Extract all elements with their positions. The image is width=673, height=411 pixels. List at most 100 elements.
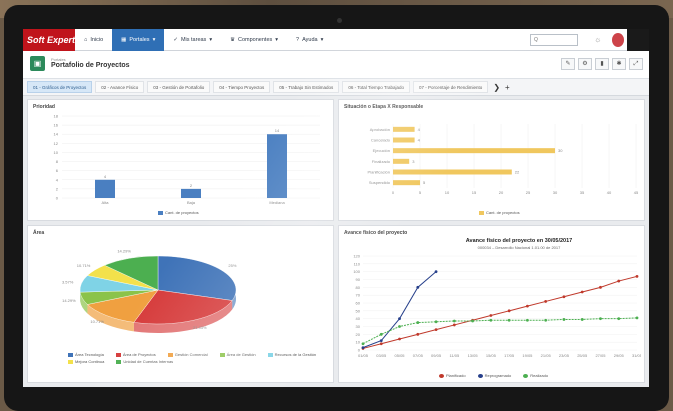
y-tick-label: 10 [356, 340, 361, 345]
legend-label: Unidad de Cuentas Internas [123, 359, 174, 364]
data-point [398, 337, 401, 341]
avance-line-chart: 0 10 20 30 40 50 60 70 80 90 100 110 120 01/05 03/05 05… [353, 254, 641, 359]
series-line [362, 317, 638, 345]
legend-item[interactable]: Planificado [439, 373, 466, 378]
nav-ayuda[interactable]: ? Ayuda ▾ [287, 29, 332, 51]
y-tick-label: Cancelado [371, 138, 391, 143]
gear-icon[interactable]: ✱ [612, 58, 626, 70]
x-tick-label: 03/05 [376, 353, 387, 358]
x-tick-label: 25/05 [577, 353, 588, 358]
prioridad-chart: 0 2 4 6 8 10 12 14 16 18 4 Alta 2 Baja 14 Mediana [54, 114, 320, 205]
nav-componentes[interactable]: ♛ Componentes ▾ [221, 29, 287, 51]
chevron-down-icon: ▾ [320, 36, 324, 43]
x-tick-label: 30 [553, 190, 558, 195]
legend-label: Gestión Comercial [174, 352, 208, 357]
panel-area: Área 25% 21.43% 10.71% 14.29% 3.57% 10.71% 14.… [27, 225, 334, 383]
data-point [489, 318, 493, 322]
bar [393, 169, 512, 175]
panel-title: Área [33, 230, 45, 236]
nav-inicio[interactable]: ⌂ Inicio [75, 29, 112, 51]
notification-icon[interactable] [612, 33, 624, 47]
x-tick-label: 45 [634, 190, 639, 195]
x-tick-label: 0 [392, 190, 395, 195]
data-point [617, 317, 621, 321]
x-tick-label: 27/05 [595, 353, 606, 358]
legend-item[interactable]: Realizado [523, 373, 548, 378]
legend-item[interactable]: Área de Proyectos [115, 352, 156, 357]
data-point [635, 274, 639, 278]
tab-trabajo[interactable]: 05 - Trabajo Sin Estimados [273, 81, 340, 93]
x-tick-label: 31/05 [632, 353, 641, 358]
tab-total[interactable]: 06 - Total Tiempo Trabajado [342, 81, 411, 93]
data-point [416, 285, 420, 289]
y-tick-label: 20 [356, 332, 361, 337]
panel-prioridad: Prioridad 0 2 4 6 8 10 12 14 16 18 4 Alta 2 Baja 14 Med… [27, 99, 334, 221]
data-point [398, 325, 401, 328]
x-tick-label: 23/05 [559, 353, 570, 358]
chevron-down-icon: ▾ [152, 36, 156, 43]
x-tick-label: Alta [102, 200, 110, 205]
situacion-chart: 0 5 10 15 20 25 30 35 40 45Aprobación 4Cancelado 4E… [368, 124, 639, 195]
tab-rendimiento[interactable]: 07 - Porcentaje de Rendimiento [413, 81, 489, 93]
data-label: 30 [558, 148, 563, 153]
app-logo[interactable]: Soft Expert [23, 29, 75, 51]
bell-icon[interactable]: ☼ [594, 35, 601, 44]
tab-gestion[interactable]: 03 - Gestión de Portafolio [147, 81, 211, 93]
x-tick-label: 5 [419, 190, 422, 195]
x-tick-label: 15/05 [486, 353, 497, 358]
tab-tiempo[interactable]: 04 - Tiempo Proyectos [213, 81, 271, 93]
legend-label: Área Tecnología [75, 352, 104, 357]
legend-item[interactable]: Recursos de la Gestión [267, 352, 316, 357]
bookmark-icon[interactable]: ▮ [595, 58, 609, 70]
legend-prioridad: Cant. de proyectos [158, 210, 199, 215]
edit-icon[interactable]: ✎ [561, 58, 575, 70]
legend-situacion: Cant. de proyectos [479, 210, 520, 215]
data-point [544, 300, 548, 303]
y-tick-label: 0 [358, 348, 361, 353]
home-icon: ⌂ [84, 36, 88, 43]
settings-icon[interactable]: ⚙ [578, 58, 592, 70]
data-point [434, 320, 438, 324]
portfolio-icon: ▣ [30, 56, 45, 71]
trophy-icon: ♛ [230, 36, 236, 43]
tab-avance[interactable]: 02 - Avance Físico [95, 81, 145, 93]
legend-swatch [439, 373, 444, 378]
data-point [562, 318, 566, 321]
nav-mis-tareas[interactable]: ✓ Mis tareas ▾ [164, 29, 221, 51]
legend-item[interactable]: Área de Gestión [219, 352, 256, 357]
data-point [398, 317, 401, 321]
x-tick-label: 25 [526, 190, 531, 195]
data-point [507, 309, 511, 313]
legend-swatch [219, 352, 225, 357]
y-tick-label: 30 [356, 324, 361, 329]
data-label: 3 [412, 159, 415, 164]
nav-label: Componentes [238, 36, 273, 43]
legend-item[interactable]: Área Tecnología [68, 352, 104, 357]
add-tab-icon[interactable]: + [505, 83, 510, 92]
y-tick-label: 4 [56, 177, 59, 182]
legend-item[interactable]: Gestión Comercial [167, 352, 208, 357]
avatar[interactable] [627, 29, 649, 51]
check-icon: ✓ [173, 36, 178, 43]
y-tick-label: 0 [56, 196, 59, 201]
y-tick-label: 10 [54, 150, 59, 155]
search-input[interactable]: Q [530, 34, 578, 46]
y-tick-label: 60 [356, 301, 361, 306]
x-tick-label: 35 [580, 190, 585, 195]
legend-item[interactable]: Reprogramado [477, 373, 511, 378]
y-tick-label: Ejecución [373, 148, 390, 153]
tab-graficos[interactable]: 01 - Gráficos de Proyectos [27, 81, 93, 93]
expand-icon[interactable]: ⤢ [629, 58, 643, 70]
chevron-right-icon[interactable]: ❯ [493, 83, 500, 92]
y-tick-label: 6 [56, 168, 59, 173]
legend-swatch [479, 210, 484, 215]
camera-icon [337, 18, 342, 23]
x-tick-label: 11/05 [449, 353, 459, 358]
nav-portales[interactable]: ▦ Portales ▾ [112, 29, 165, 51]
legend-label: Área de Gestión [226, 352, 256, 357]
data-point [599, 317, 602, 321]
screen: Soft Expert ⌂ Inicio ▦ Portales ▾ ✓ Mis tare… [23, 29, 649, 387]
legend-item[interactable]: Unidad de Cuentas Internas [116, 359, 173, 364]
legend-item[interactable]: Mejora Continua [68, 359, 104, 364]
y-tick-label: 50 [356, 308, 361, 313]
